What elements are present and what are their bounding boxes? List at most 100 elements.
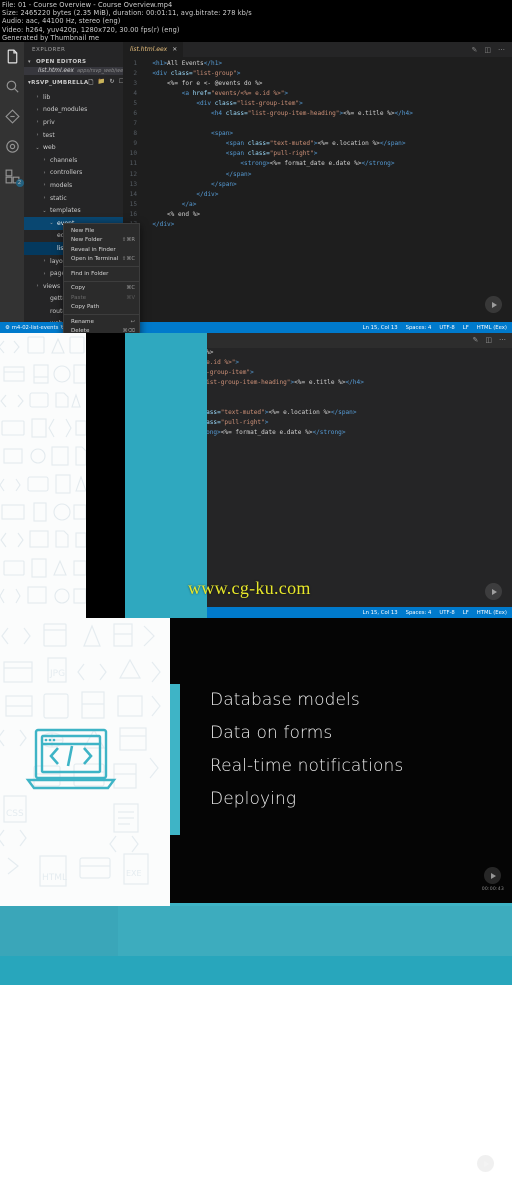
tree-item[interactable]: › test (24, 129, 123, 142)
explorer-context-menu[interactable]: New File New Folder ⇧⌘R Reveal in Finder Ope… (63, 223, 140, 333)
context-menu-item[interactable]: Copy ⌘C (64, 284, 139, 294)
code-editor[interactable]: 1 <h1>All Events</h1> 2 <div class="list-… (123, 57, 512, 230)
code-line-content: <%= for e <- @events do %> (207, 348, 213, 358)
tree-item-label: views (43, 282, 61, 290)
eol-mode[interactable]: LF (463, 610, 469, 616)
status-branch[interactable]: ⚙ m4-02-list-events ↻ (5, 325, 65, 331)
context-menu-item[interactable]: Find in Folder (64, 269, 139, 279)
indentation[interactable]: Spaces: 4 (406, 610, 432, 616)
code-token: "pull-right" (269, 150, 314, 158)
code-editor-partial[interactable]: 1 <h1>All Events</h1>2 <div class="list-… (207, 333, 454, 499)
project-root-header[interactable]: ▾ RSVP_UMBRELLA 🗋 📁 ↻ ☐ (24, 75, 125, 91)
line-number: 8 (133, 130, 137, 138)
eol-mode[interactable]: LF (463, 325, 469, 331)
tree-item[interactable]: › static (24, 192, 123, 205)
code-token: class= (207, 409, 221, 417)
context-menu-item[interactable]: Rename ↩ (64, 317, 139, 327)
code-token: </h4> (345, 379, 364, 387)
code-line: 4 <a href="events/<%= e.id %>"> (123, 89, 512, 99)
teal-band-upper-right (118, 906, 512, 956)
encoding[interactable]: UTF-8 (439, 325, 454, 331)
extensions-icon[interactable]: 2 (4, 168, 24, 187)
cursor-position[interactable]: Ln 15, Col 13 (363, 610, 398, 616)
code-line-content: <span class="text-muted"><%= e.location … (145, 139, 406, 149)
open-changes-icon[interactable]: ✎ (473, 336, 479, 344)
context-menu-item[interactable]: New File (64, 226, 139, 236)
indentation[interactable]: Spaces: 4 (406, 325, 432, 331)
tree-item-label: priv (43, 118, 55, 126)
chevron-icon: › (36, 94, 39, 101)
context-menu-item[interactable]: Reveal in Finder (64, 245, 139, 255)
white-footer-area (0, 985, 512, 1192)
context-menu-item[interactable]: Delete ⌘⌫ (64, 327, 139, 333)
code-line: 14 </div> (123, 190, 512, 200)
video-frame-vscode: 2 EXPLORER ▾ OPEN EDITORS list.html.eex … (0, 42, 512, 333)
cursor-position[interactable]: Ln 15, Col 13 (363, 325, 398, 331)
language-mode[interactable]: HTML (Eex) (477, 325, 507, 331)
code-line-content: <span class="pull-right"> (207, 418, 268, 428)
code-token: class= (170, 70, 193, 78)
explorer-icon[interactable] (4, 48, 21, 65)
new-file-icon[interactable]: 🗋 (89, 78, 94, 88)
code-token: <%= format_date e.date %> (269, 160, 362, 168)
slide-accent-bar (170, 684, 180, 835)
chevron-icon: › (36, 283, 39, 290)
tree-item[interactable]: › node_modules (24, 104, 123, 117)
refresh-icon[interactable]: ↻ (109, 78, 114, 88)
code-token: <div (152, 70, 171, 78)
status-bar-right: Ln 15, Col 13 Spaces: 4 UTF-8 LF HTML (E… (363, 325, 507, 331)
context-menu-item[interactable]: New Folder ⇧⌘R (64, 236, 139, 246)
menu-item-label: Delete (71, 328, 90, 333)
split-editor-icon[interactable]: ◫ (485, 336, 492, 344)
code-line: 10 <span class="pull-right"> (123, 149, 512, 159)
language-mode[interactable]: HTML (Eex) (477, 610, 507, 616)
menu-item-shortcut: ↩ (130, 318, 135, 325)
open-editors-header[interactable]: ▾ OPEN EDITORS (24, 57, 123, 67)
code-line-content: <h4 class="list-group-item-heading"><%= … (207, 378, 364, 388)
line-number: 11 (129, 160, 137, 168)
minimap[interactable] (504, 57, 512, 333)
tree-item[interactable]: › models (24, 179, 123, 192)
code-line-content: <% end %> (145, 210, 200, 220)
code-line: 14 </div> (207, 459, 454, 469)
code-line: 10 <span class="pull-right"> (207, 418, 454, 428)
context-menu-item[interactable]: Copy Path (64, 303, 139, 313)
tree-item[interactable]: ⌄ templates (24, 204, 123, 217)
open-changes-icon[interactable]: ✎ (472, 46, 478, 54)
chevron-icon: › (43, 270, 46, 277)
search-icon[interactable] (4, 78, 21, 95)
code-token: <%= e.title %> (343, 110, 395, 118)
code-token: class= (225, 110, 248, 118)
chevron-down-icon: ▾ (28, 59, 31, 65)
source-control-icon[interactable] (4, 108, 21, 125)
new-folder-icon[interactable]: 📁 (98, 78, 106, 88)
encoding[interactable]: UTF-8 (439, 610, 454, 616)
code-line: 11 <strong><%= format_date e.date %></st… (123, 159, 512, 169)
code-token: <strong> (207, 429, 221, 437)
tree-item-label: models (50, 181, 73, 189)
debug-icon[interactable] (4, 138, 21, 155)
open-editor-item[interactable]: list.html.eex apps/rsvp_web/web/t... (24, 67, 135, 75)
code-token: class= (214, 100, 237, 108)
explorer-toolbar: 🗋 📁 ↻ ☐ (89, 78, 125, 88)
code-token: </h4> (394, 110, 413, 118)
editor-tab-list-html-eex[interactable]: list.html.eex ✕ (123, 42, 184, 57)
close-icon[interactable]: ✕ (172, 46, 177, 53)
split-editor-icon[interactable]: ◫ (484, 46, 491, 54)
menu-separator (64, 280, 139, 282)
code-line-content: </a> (145, 200, 197, 210)
tree-item[interactable]: › controllers (24, 167, 123, 180)
tree-item[interactable]: › priv (24, 116, 123, 129)
tree-item[interactable]: › channels (24, 154, 123, 167)
tree-item-label: controllers (50, 169, 83, 177)
dev-icon-pattern-large: JPG CSS HTML EXE (0, 623, 161, 887)
more-actions-icon[interactable]: ⋯ (498, 46, 505, 54)
context-menu-item[interactable]: Open in Terminal ⇧⌘C (64, 255, 139, 265)
tree-item[interactable]: › lib (24, 91, 123, 104)
code-line: 3 <%= for e <- @events do %> (123, 79, 512, 89)
code-token: <strong> (240, 160, 270, 168)
tree-item[interactable]: ⌄ web (24, 141, 123, 154)
more-actions-icon[interactable]: ⋯ (499, 336, 506, 344)
video-info-header: File: 01 - Course Overview - Course Over… (0, 0, 512, 42)
code-line: 9 <span class="text-muted"><%= e.locatio… (123, 139, 512, 149)
